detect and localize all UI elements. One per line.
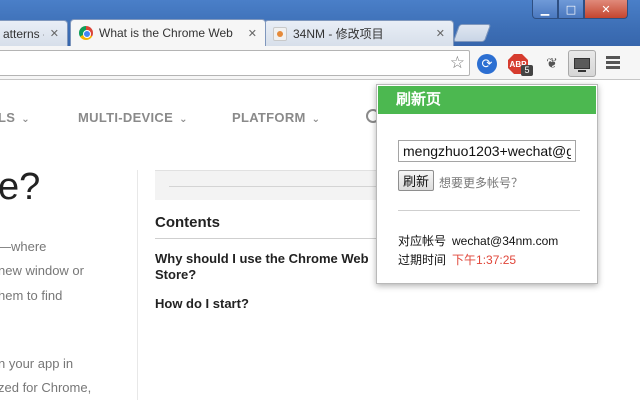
- chrome-menu-icon[interactable]: [606, 56, 620, 71]
- divider: [155, 238, 385, 239]
- star-icon[interactable]: ☆: [450, 53, 465, 73]
- body-text-line: zed for Chrome,: [0, 380, 92, 395]
- account-row: 对应帐号 wechat@34nm.com: [398, 232, 558, 249]
- info-box: [155, 170, 385, 200]
- sync-icon: ⟳: [481, 56, 493, 72]
- body-text-line: —where: [0, 239, 47, 254]
- divider: [398, 210, 580, 211]
- tab-34nm[interactable]: 34NM - 修改项目 ✕: [264, 20, 454, 46]
- nav-item-platform[interactable]: PLATFORM ⌄: [232, 110, 320, 125]
- minimize-button[interactable]: ▁: [532, 0, 558, 19]
- expiry-label: 过期时间: [398, 253, 447, 267]
- close-window-button[interactable]: ✕: [584, 0, 628, 19]
- more-accounts-link[interactable]: 想要更多帐号？: [439, 174, 523, 191]
- new-tab-button[interactable]: [452, 24, 492, 42]
- account-label: 对应帐号: [398, 234, 447, 248]
- refresh-extension-button[interactable]: [568, 50, 596, 77]
- abp-badge: 5: [521, 65, 533, 76]
- evernote-glyph: ❦: [546, 56, 558, 72]
- popup-title: 刷新页: [378, 86, 596, 114]
- tab-close-icon[interactable]: ✕: [436, 27, 445, 40]
- body-text-line: n your app in: [0, 356, 74, 371]
- chevron-down-icon: ⌄: [179, 114, 188, 125]
- nav-label: PLATFORM: [232, 110, 306, 125]
- evernote-icon[interactable]: ❦: [542, 54, 562, 74]
- body-text-line: hem to find: [0, 288, 63, 303]
- nav-label: MULTI-DEVICE: [78, 110, 174, 125]
- contents-title: Contents: [155, 214, 220, 231]
- maximize-icon: □: [565, 2, 577, 16]
- close-icon: ✕: [601, 2, 611, 16]
- toc-link-start[interactable]: How do I start?: [155, 296, 249, 312]
- tab-chrome-web-store[interactable]: What is the Chrome Web ✕: [70, 19, 266, 46]
- maximize-button[interactable]: □: [558, 0, 584, 19]
- expiry-value: 下午1:37:25: [452, 253, 517, 267]
- address-bar[interactable]: ☆: [0, 50, 470, 76]
- window-controls: ▁ □ ✕: [532, 0, 628, 20]
- page-heading: e?: [0, 166, 41, 208]
- expiry-row: 过期时间 下午1:37:25: [398, 251, 516, 268]
- chrome-icon: [79, 26, 93, 40]
- site-icon: [273, 26, 287, 41]
- nav-item-multi-device[interactable]: MULTI-DEVICE ⌄: [78, 110, 188, 125]
- refresh-button[interactable]: 刷新: [398, 170, 435, 191]
- monitor-icon: [574, 58, 590, 72]
- browser-toolbar: ☆ ⟳ ABP 5 ❦: [0, 46, 640, 80]
- account-input[interactable]: [398, 140, 576, 162]
- minimize-icon: ▁: [540, 2, 550, 16]
- column-divider: [137, 170, 138, 400]
- tab-label: 34NM - 修改项目: [293, 27, 384, 41]
- tab-close-icon[interactable]: ✕: [50, 27, 59, 40]
- tab-patterns[interactable]: atterns - ✕: [0, 20, 68, 46]
- toc-link-why[interactable]: Why should I use the Chrome Web Store?: [155, 251, 385, 283]
- chevron-down-icon: ⌄: [311, 114, 321, 125]
- body-text-line: new window or: [0, 263, 84, 278]
- account-value: wechat@34nm.com: [452, 234, 559, 248]
- tab-close-icon[interactable]: ✕: [248, 27, 257, 40]
- nav-label: LS: [0, 110, 16, 125]
- extension-popup: 刷新页 刷新 想要更多帐号？ 对应帐号 wechat@34nm.com 过期时间下…: [376, 84, 598, 284]
- tab-label: What is the Chrome Web: [99, 26, 233, 40]
- chevron-down-icon: ⌄: [21, 114, 30, 125]
- nav-item-apps[interactable]: LS ⌄: [0, 110, 30, 125]
- sync-extension-icon[interactable]: ⟳: [477, 54, 497, 74]
- tab-label: atterns -: [3, 26, 44, 41]
